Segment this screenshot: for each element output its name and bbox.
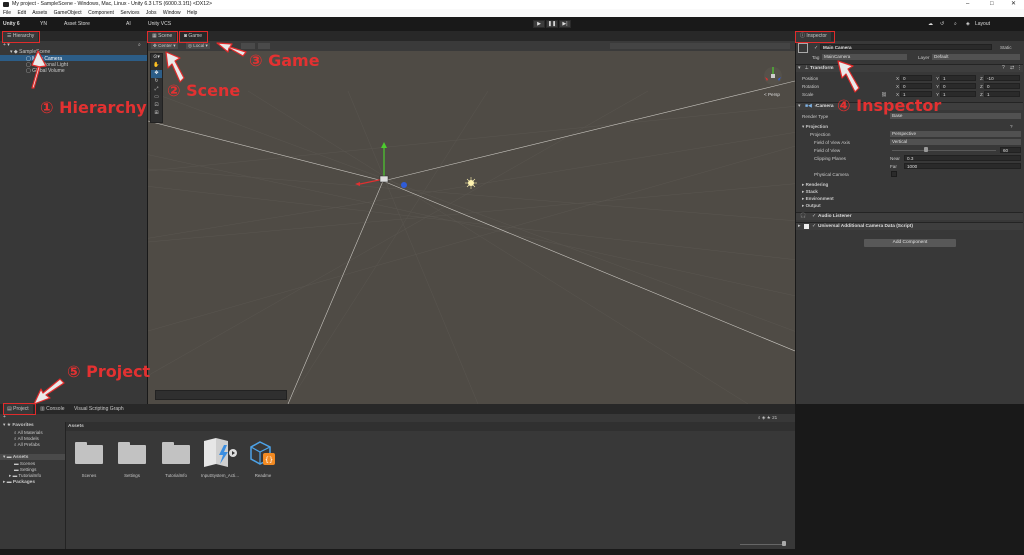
annotation-scene: ② Scene — [167, 81, 241, 100]
annotation-inspector: ④ Inspector — [837, 96, 942, 115]
annotation-hierarchy: ① Hierarchy — [40, 98, 147, 117]
annotation-arrows — [31, 42, 860, 405]
annotation-project: ⑤ Project — [67, 362, 151, 381]
annotation-game: ③ Game — [249, 51, 320, 70]
